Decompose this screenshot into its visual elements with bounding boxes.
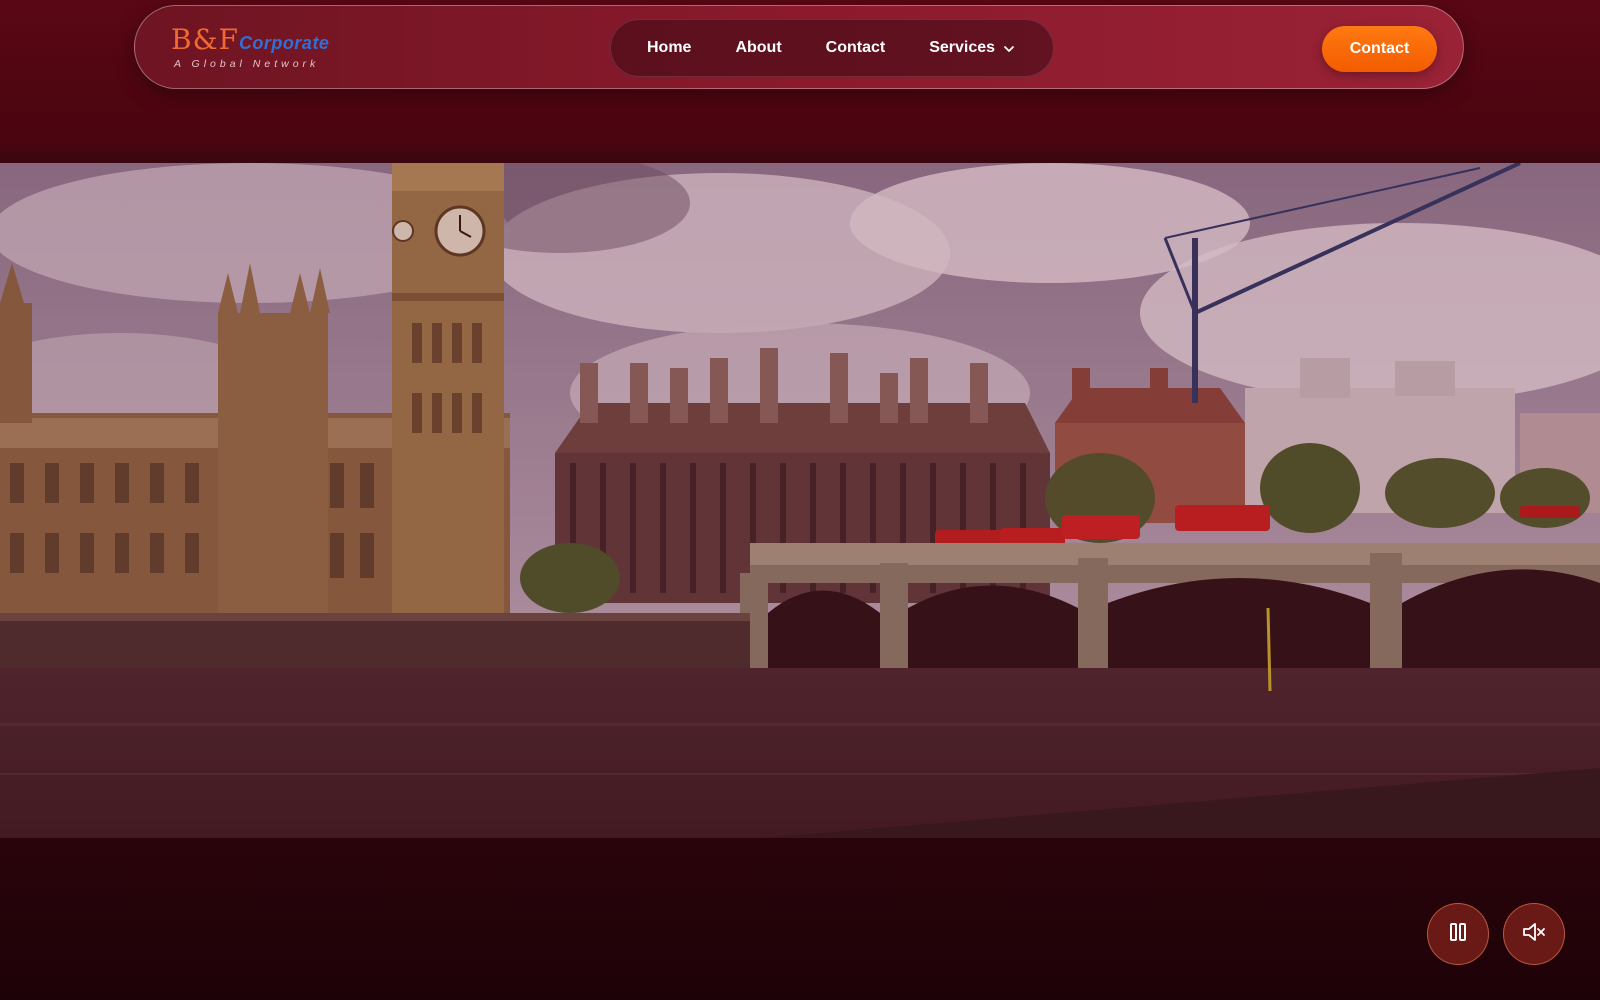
nav-services-label: Services [929,39,996,56]
nav-about-link[interactable]: About [735,39,781,57]
nav-services-dropdown[interactable]: Services [929,39,1015,57]
contact-cta-button[interactable]: Contact [1322,26,1437,72]
westminster-scene-image [0,163,1600,838]
logo-tagline: A Global Network [174,58,320,70]
pause-icon [1447,921,1469,948]
brand-logo[interactable]: B&FCorporate A Global Network [171,24,341,74]
logo-mark: B&F [171,23,239,56]
page: B&FCorporate A Global Network Home About… [0,0,1600,1000]
logo-wordmark: B&FCorporate [171,24,329,59]
chevron-down-icon [1003,42,1015,54]
nav-home-link[interactable]: Home [647,39,691,57]
video-mute-button[interactable] [1503,903,1565,965]
logo-word: Corporate [238,33,330,53]
main-nav: Home About Contact Services [610,19,1054,77]
navbar: B&FCorporate A Global Network Home About… [134,5,1464,89]
hero-bottom-area [0,838,1600,1000]
video-pause-button[interactable] [1427,903,1489,965]
nav-contact-link[interactable]: Contact [826,39,886,57]
hero-video [0,163,1600,838]
volume-muted-icon [1521,921,1547,948]
